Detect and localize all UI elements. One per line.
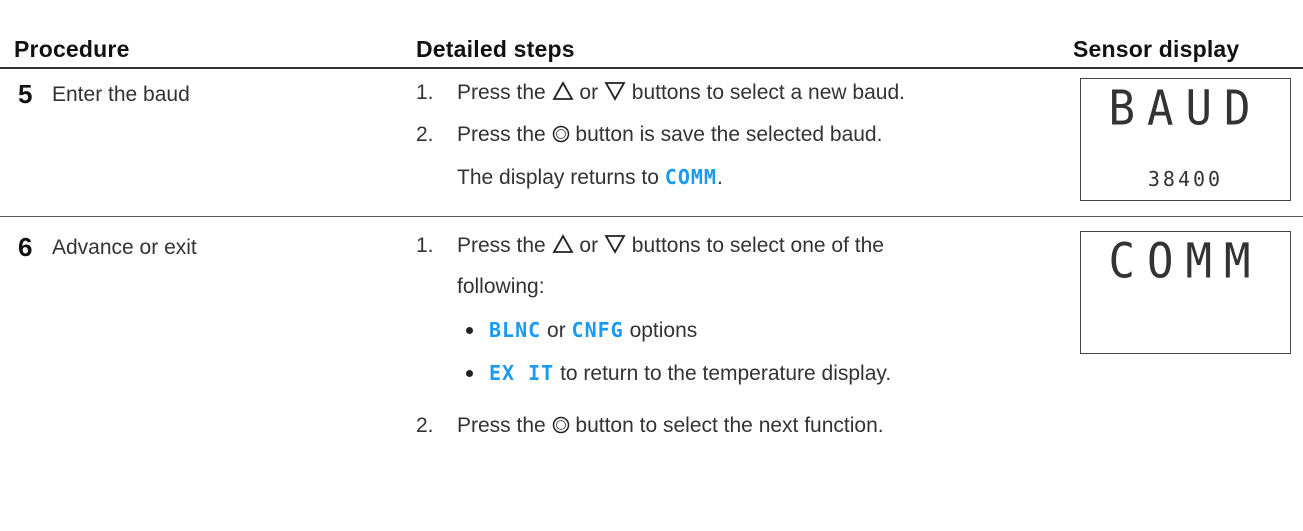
step-index: 1. xyxy=(416,81,434,104)
segment-code-blnc: BLNC xyxy=(489,318,542,342)
down-triangle-icon xyxy=(604,235,626,254)
bullet-dot xyxy=(466,327,473,334)
down-triangle-icon xyxy=(604,82,626,101)
bullet-dot xyxy=(466,370,473,377)
segment-code-exit: EX IT xyxy=(489,361,555,385)
procedure-label: Advance or exit xyxy=(52,236,197,259)
step-text: button to select the next function. xyxy=(575,414,884,437)
up-triangle-icon xyxy=(552,234,574,253)
display-main-text: COMM xyxy=(1108,233,1263,290)
step-index: 2. xyxy=(416,414,434,437)
step-number: 5 xyxy=(18,79,33,109)
step-text: Press the xyxy=(457,414,546,437)
segment-code-comm: COMM xyxy=(664,165,717,189)
procedure-label: Enter the baud xyxy=(52,83,190,106)
display-main-text: BAUD xyxy=(1108,80,1263,137)
step-note: The display returns to COMM. xyxy=(457,165,723,189)
step-number: 6 xyxy=(18,232,33,262)
step-text: or xyxy=(579,234,599,257)
segment-code-cnfg: CNFG xyxy=(571,318,624,342)
step-index: 2. xyxy=(416,123,434,146)
step-text: Press the xyxy=(457,234,546,257)
header-detailed-steps: Detailed steps xyxy=(416,36,575,62)
sensor-display: BAUD 38400 xyxy=(1080,78,1291,201)
display-sub-text: 38400 xyxy=(1147,167,1224,191)
step-text-continued: following: xyxy=(457,275,545,298)
set-point-button-icon xyxy=(552,416,569,434)
sensor-display: COMM xyxy=(1080,231,1291,354)
header-procedure: Procedure xyxy=(14,36,130,62)
step-text: button is save the selected baud. xyxy=(575,123,883,146)
table-header: Procedure Detailed steps Sensor display xyxy=(0,0,1303,69)
step-text: Press the xyxy=(457,81,546,104)
header-rule xyxy=(0,67,1303,69)
step-text: or xyxy=(579,81,599,104)
step-text: buttons to select a new baud. xyxy=(631,81,905,104)
row-divider xyxy=(0,216,1303,217)
step-index: 1. xyxy=(416,234,434,257)
step-text: buttons to select one of the xyxy=(631,234,884,257)
up-triangle-icon xyxy=(552,81,574,100)
set-point-button-icon xyxy=(552,125,569,143)
header-sensor-display: Sensor display xyxy=(1073,36,1240,62)
step-text: Press the xyxy=(457,123,546,146)
